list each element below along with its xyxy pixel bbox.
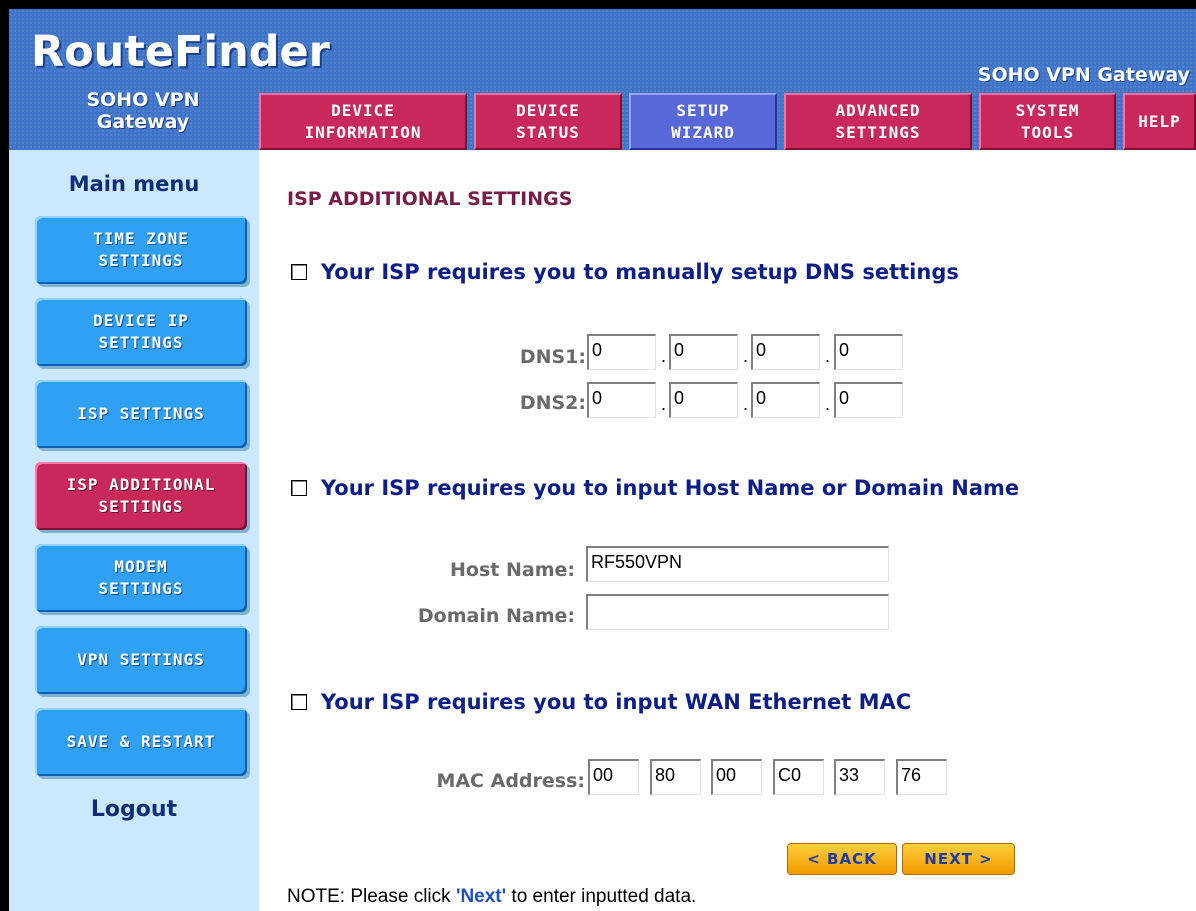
host-checkbox-label: Your ISP requires you to input Host Name… bbox=[321, 476, 1020, 500]
mac-byte-6-input[interactable]: 76 bbox=[896, 759, 947, 795]
sidebar-title: Main menu bbox=[68, 172, 200, 196]
sidebar-item-label-line1: TIME ZONE bbox=[93, 229, 189, 248]
octet-separator: . bbox=[825, 394, 831, 414]
header-banner: RouteFinder SOHO VPN Gateway SOHO VPN Ga… bbox=[9, 9, 1196, 150]
dns-checkbox-label: Your ISP requires you to manually setup … bbox=[321, 260, 959, 284]
back-button[interactable]: < BACK bbox=[787, 843, 897, 875]
tab-label-line1: DEVICE bbox=[331, 100, 395, 120]
octet-separator: . bbox=[743, 394, 749, 414]
sidebar-item-label-line1: DEVICE IP bbox=[93, 311, 189, 330]
window-frame-left bbox=[0, 0, 9, 911]
mac-checkbox-label: Your ISP requires you to input WAN Ether… bbox=[321, 690, 912, 714]
routefinder-logo: RouteFinder bbox=[31, 27, 330, 77]
product-subtitle-line2: Gateway bbox=[96, 111, 190, 133]
dns1-octet-4-input[interactable]: 0 bbox=[834, 334, 903, 370]
dns2-octet-4-input[interactable]: 0 bbox=[834, 382, 903, 418]
sidebar-item-label-line1: ISP SETTINGS bbox=[77, 404, 205, 423]
domain-name-label: Domain Name: bbox=[417, 605, 575, 627]
tab-system-tools[interactable]: SYSTEM TOOLS bbox=[979, 93, 1116, 150]
sidebar-item-device-ip-settings[interactable]: DEVICE IP SETTINGS bbox=[35, 298, 247, 366]
mac-byte-5-input[interactable]: 33 bbox=[834, 759, 885, 795]
product-tagline: SOHO VPN Gateway bbox=[977, 64, 1190, 86]
sidebar-item-isp-settings[interactable]: ISP SETTINGS bbox=[35, 380, 247, 448]
host-name-label: Host Name: bbox=[450, 559, 575, 581]
note-suffix: to enter inputted data. bbox=[506, 886, 697, 907]
dns-option-row: Your ISP requires you to manually setup … bbox=[291, 259, 959, 285]
product-subtitle: SOHO VPN Gateway bbox=[49, 89, 237, 133]
sidebar: Main menu TIME ZONE SETTINGS DEVICE IP SET… bbox=[9, 150, 259, 911]
dns-checkbox[interactable] bbox=[291, 264, 307, 280]
tab-help[interactable]: HELP bbox=[1123, 93, 1196, 150]
sidebar-item-modem-settings[interactable]: MODEM SETTINGS bbox=[35, 544, 247, 612]
octet-separator: . bbox=[661, 394, 667, 414]
tab-label-line1: DEVICE bbox=[516, 100, 580, 120]
sidebar-item-label-line1: SAVE & RESTART bbox=[66, 732, 216, 751]
product-subtitle-line1: SOHO VPN bbox=[86, 89, 200, 111]
tab-label-line1: SETUP bbox=[676, 100, 730, 120]
mac-byte-2-input[interactable]: 80 bbox=[650, 759, 701, 795]
page-title: ISP ADDITIONAL SETTINGS bbox=[287, 188, 573, 210]
note-prefix: NOTE: Please click bbox=[287, 886, 456, 907]
sidebar-item-isp-additional-settings[interactable]: ISP ADDITIONAL SETTINGS bbox=[35, 462, 247, 530]
tab-label-line1: HELP bbox=[1138, 111, 1181, 131]
host-name-input[interactable]: RF550VPN bbox=[586, 546, 889, 582]
tab-label-line1: ADVANCED bbox=[835, 100, 921, 120]
sidebar-item-vpn-settings[interactable]: VPN SETTINGS bbox=[35, 626, 247, 694]
tab-device-information[interactable]: DEVICE INFORMATION bbox=[259, 93, 467, 150]
mac-byte-3-input[interactable]: 00 bbox=[711, 759, 762, 795]
mac-byte-1-input[interactable]: 00 bbox=[588, 759, 639, 795]
tab-label-line2: INFORMATION bbox=[304, 122, 422, 142]
octet-separator: . bbox=[825, 346, 831, 366]
tab-label-line1: SYSTEM bbox=[1015, 100, 1080, 120]
sidebar-item-label-line1: MODEM bbox=[114, 557, 168, 576]
tab-device-status[interactable]: DEVICE STATUS bbox=[474, 93, 622, 150]
dns2-octet-3-input[interactable]: 0 bbox=[751, 382, 820, 418]
sidebar-item-time-zone-settings[interactable]: TIME ZONE SETTINGS bbox=[35, 216, 247, 284]
octet-separator: . bbox=[743, 346, 749, 366]
tab-label-line2: TOOLS bbox=[1020, 122, 1075, 142]
mac-checkbox[interactable] bbox=[291, 694, 307, 710]
dns2-octet-2-input[interactable]: 0 bbox=[669, 382, 738, 418]
note-next-link[interactable]: 'Next' bbox=[456, 886, 506, 907]
tab-label-line2: STATUS bbox=[516, 122, 580, 142]
mac-byte-4-input[interactable]: C0 bbox=[773, 759, 824, 795]
tab-label-line2: WIZARD bbox=[671, 122, 735, 142]
sidebar-item-label-line1: VPN SETTINGS bbox=[77, 650, 205, 669]
window-frame-top bbox=[0, 0, 1196, 9]
note-text: NOTE: Please click 'Next' to enter input… bbox=[287, 886, 696, 908]
sidebar-item-label-line2: SETTINGS bbox=[98, 333, 184, 352]
host-option-row: Your ISP requires you to input Host Name… bbox=[291, 475, 1019, 501]
mac-address-label: MAC Address: bbox=[436, 770, 585, 792]
host-checkbox[interactable] bbox=[291, 480, 307, 496]
dns1-octet-2-input[interactable]: 0 bbox=[669, 334, 738, 370]
dns1-octet-1-input[interactable]: 0 bbox=[587, 334, 656, 370]
dns2-label: DNS2: bbox=[519, 392, 586, 414]
sidebar-item-label-line2: SETTINGS bbox=[98, 251, 184, 270]
sidebar-item-label-line2: SETTINGS bbox=[98, 497, 184, 516]
tab-setup-wizard[interactable]: SETUP WIZARD bbox=[629, 93, 777, 150]
dns2-octet-1-input[interactable]: 0 bbox=[587, 382, 656, 418]
logout-link[interactable]: Logout bbox=[9, 797, 259, 822]
domain-name-input[interactable] bbox=[586, 594, 889, 630]
sidebar-item-label-line2: SETTINGS bbox=[98, 579, 184, 598]
sidebar-item-save-restart[interactable]: SAVE & RESTART bbox=[35, 708, 247, 776]
tab-advanced-settings[interactable]: ADVANCED SETTINGS bbox=[784, 93, 972, 150]
tab-label-line2: SETTINGS bbox=[835, 122, 921, 142]
sidebar-item-label-line1: ISP ADDITIONAL bbox=[66, 475, 216, 494]
next-button[interactable]: NEXT > bbox=[902, 843, 1015, 875]
dns1-octet-3-input[interactable]: 0 bbox=[751, 334, 820, 370]
dns1-label: DNS1: bbox=[519, 346, 586, 368]
mac-option-row: Your ISP requires you to input WAN Ether… bbox=[291, 689, 911, 715]
octet-separator: . bbox=[661, 346, 667, 366]
